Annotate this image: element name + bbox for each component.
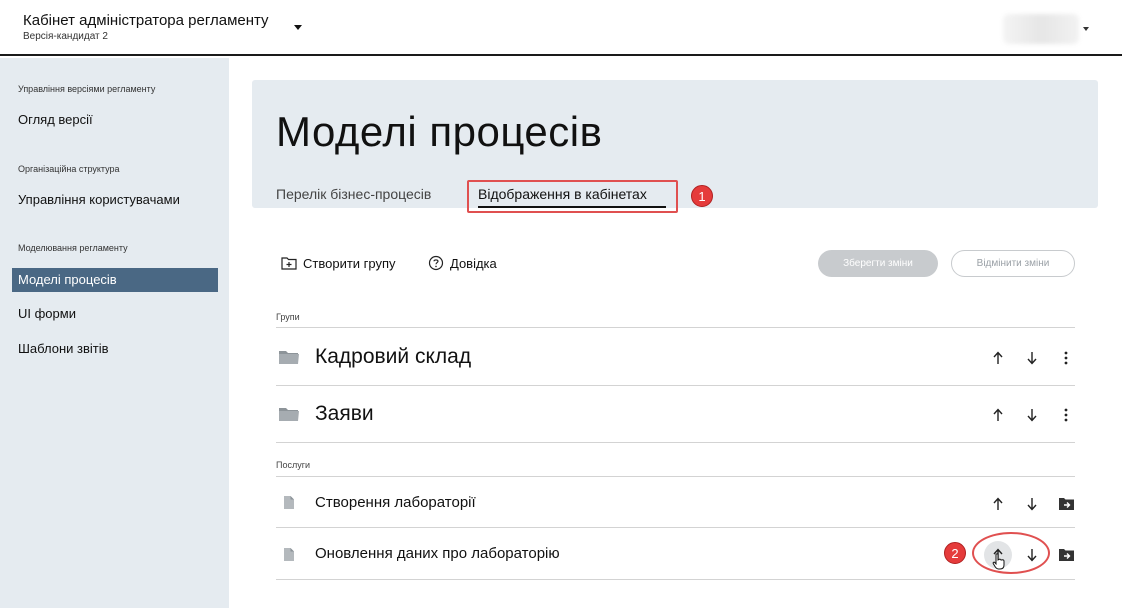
annotation-badge-1: 1 — [691, 185, 713, 207]
chevron-down-icon[interactable] — [294, 25, 302, 30]
user-chevron-down-icon[interactable] — [1083, 27, 1089, 31]
version-subtitle: Версія-кандидат 2 — [23, 31, 108, 42]
group-name: Заяви — [315, 402, 374, 425]
sidebar-item-label: Моделі процесів — [18, 272, 117, 287]
file-icon — [284, 548, 294, 561]
sidebar-section-modeling: Моделювання регламенту — [18, 243, 128, 253]
arrow-up-icon[interactable] — [991, 407, 1005, 423]
help-button[interactable]: Довідка — [428, 253, 497, 273]
sidebar-section-versions: Управління версіями регламенту — [18, 84, 156, 94]
arrow-up-icon[interactable] — [991, 350, 1005, 366]
divider — [276, 579, 1075, 580]
cancel-changes-button[interactable]: Відмінити зміни — [951, 250, 1075, 277]
app-header: Кабінет адміністратора регламенту Версія… — [0, 0, 1122, 56]
create-group-label: Створити групу — [303, 255, 396, 271]
divider — [276, 476, 1075, 477]
help-icon — [428, 255, 444, 271]
groups-section-label: Групи — [276, 312, 300, 322]
app-title[interactable]: Кабінет адміністратора регламенту — [23, 12, 269, 29]
move-to-folder-icon[interactable] — [1058, 547, 1075, 562]
sidebar-item-version-overview[interactable]: Огляд версії — [18, 112, 93, 127]
arrow-down-icon[interactable] — [1025, 350, 1039, 366]
user-menu[interactable] — [1003, 14, 1079, 44]
sidebar-item-users[interactable]: Управління користувачами — [18, 192, 180, 207]
services-section-label: Послуги — [276, 460, 311, 470]
annotation-badge-2: 2 — [944, 542, 966, 564]
divider — [276, 442, 1075, 443]
annotation-highlight-box — [467, 180, 678, 213]
arrow-down-icon[interactable] — [1025, 496, 1039, 512]
divider — [276, 527, 1075, 528]
folder-icon — [279, 351, 299, 364]
sidebar-section-org: Організаційна структура — [18, 164, 120, 174]
help-label: Довідка — [450, 255, 497, 271]
sidebar-item-process-models[interactable]: Моделі процесів — [12, 268, 218, 292]
arrow-down-icon[interactable] — [1025, 407, 1039, 423]
more-vert-icon[interactable] — [1059, 407, 1073, 423]
file-icon — [284, 496, 294, 509]
sidebar-item-report-templates[interactable]: Шаблони звітів — [18, 341, 109, 356]
arrow-up-icon[interactable] — [991, 496, 1005, 512]
save-changes-button[interactable]: Зберегти зміни — [818, 250, 938, 277]
more-vert-icon[interactable] — [1059, 350, 1073, 366]
create-group-button[interactable]: Створити групу — [281, 253, 396, 273]
sidebar — [0, 58, 229, 608]
create-folder-icon — [281, 257, 297, 270]
tab-business-processes[interactable]: Перелік бізнес-процесів — [276, 186, 431, 202]
group-name: Кадровий склад — [315, 345, 472, 368]
service-name: Оновлення даних про лабораторію — [315, 545, 560, 562]
folder-icon — [279, 408, 299, 421]
annotation-highlight-oval — [972, 532, 1050, 574]
page-title: Моделі процесів — [276, 108, 603, 155]
sidebar-item-ui-forms[interactable]: UI форми — [18, 306, 76, 321]
move-to-folder-icon[interactable] — [1058, 496, 1075, 511]
divider — [276, 385, 1075, 386]
service-name: Створення лабораторії — [315, 494, 476, 511]
divider — [276, 327, 1075, 328]
